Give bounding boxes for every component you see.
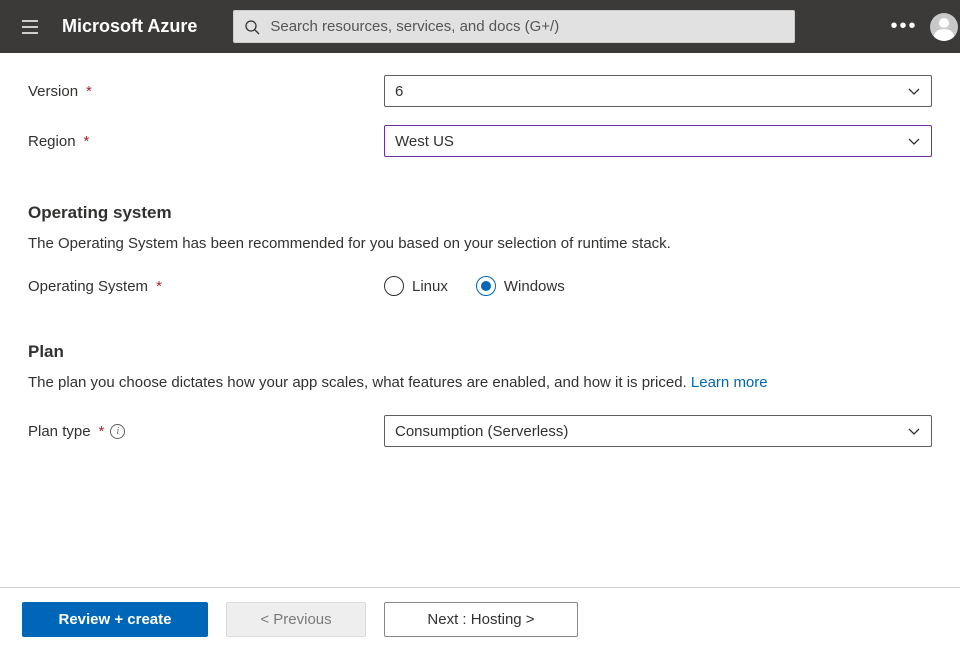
os-description: The Operating System has been recommende…	[28, 233, 932, 254]
radio-icon	[384, 276, 404, 296]
topbar: Microsoft Azure •••	[0, 0, 960, 53]
hamburger-icon	[20, 17, 40, 37]
os-field-label: Operating System*	[28, 278, 384, 295]
plan-heading: Plan	[28, 342, 932, 362]
form-content: Version* 6 Region* West US Operating sys…	[0, 53, 960, 447]
os-heading: Operating system	[28, 203, 932, 223]
plan-type-select[interactable]: Consumption (Serverless)	[384, 415, 932, 447]
required-indicator: *	[86, 83, 92, 100]
previous-button[interactable]: < Previous	[226, 602, 366, 637]
search-input[interactable]	[270, 18, 784, 35]
required-indicator: *	[156, 278, 162, 295]
required-indicator: *	[84, 133, 90, 150]
next-hosting-button[interactable]: Next : Hosting >	[384, 602, 578, 637]
global-search[interactable]	[233, 10, 795, 43]
chevron-down-icon	[907, 424, 921, 438]
radio-icon	[476, 276, 496, 296]
brand-title: Microsoft Azure	[60, 16, 225, 37]
avatar[interactable]	[930, 13, 958, 41]
hamburger-menu-button[interactable]	[0, 0, 60, 53]
version-select[interactable]: 6	[384, 75, 932, 107]
info-icon[interactable]: i	[110, 424, 125, 439]
os-option-windows[interactable]: Windows	[476, 276, 565, 296]
required-indicator: *	[99, 423, 105, 440]
plan-type-label: Plan type* i	[28, 423, 384, 440]
version-label: Version*	[28, 83, 384, 100]
version-row: Version* 6	[28, 75, 932, 107]
ellipsis-icon: •••	[890, 15, 917, 38]
chevron-down-icon	[907, 84, 921, 98]
search-icon	[244, 19, 260, 35]
os-option-linux[interactable]: Linux	[384, 276, 448, 296]
region-row: Region* West US	[28, 125, 932, 157]
region-label: Region*	[28, 133, 384, 150]
more-menu-button[interactable]: •••	[884, 7, 924, 47]
os-row: Operating System* Linux Windows	[28, 276, 932, 296]
footer-actions: Review + create < Previous Next : Hostin…	[0, 587, 960, 651]
chevron-down-icon	[907, 134, 921, 148]
review-create-button[interactable]: Review + create	[22, 602, 208, 637]
region-select[interactable]: West US	[384, 125, 932, 157]
learn-more-link[interactable]: Learn more	[691, 374, 768, 391]
plan-type-row: Plan type* i Consumption (Serverless)	[28, 415, 932, 447]
os-radio-group: Linux Windows	[384, 276, 932, 296]
plan-description: The plan you choose dictates how your ap…	[28, 372, 932, 393]
